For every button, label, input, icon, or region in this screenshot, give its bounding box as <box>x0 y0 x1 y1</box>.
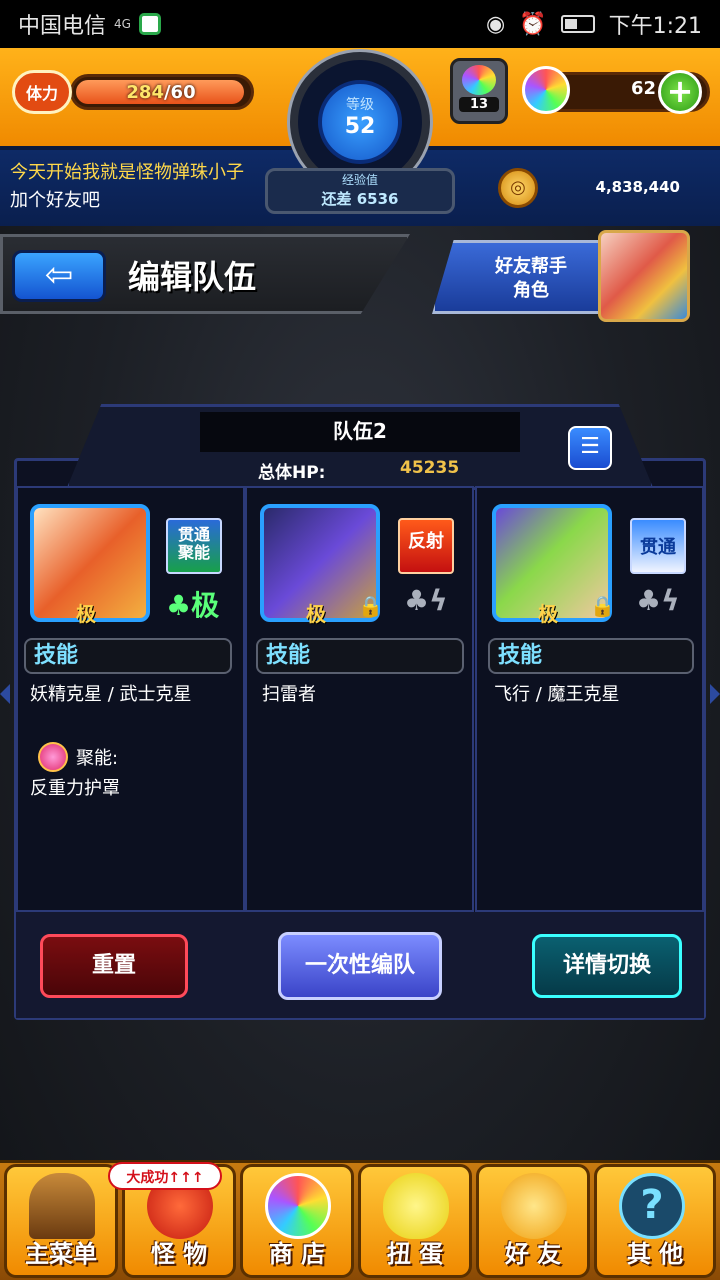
nav-shop[interactable]: 商 店 <box>240 1164 354 1278</box>
detail-switch-button[interactable]: 详情切换 <box>532 934 682 998</box>
reset-button[interactable]: 重置 <box>40 934 188 998</box>
member-1-extra-value: 反重力护罩 <box>30 778 120 799</box>
question-icon: ? <box>619 1173 685 1239</box>
team-name: 队伍2 <box>200 412 520 452</box>
member-3-luck: ♣ϟ <box>636 584 680 617</box>
exp-box: 经验值 还差 6536 <box>265 168 455 214</box>
total-hp-value: 45235 <box>400 458 460 478</box>
orb-shop-icon <box>265 1173 331 1239</box>
gacha-egg-icon <box>383 1173 449 1239</box>
stamina-icon: 体力 <box>12 70 72 114</box>
egg-icon <box>462 65 496 95</box>
friends-icon <box>501 1173 567 1239</box>
member-1-level-tag: 极 <box>76 602 96 626</box>
nav-label-main-menu: 主菜单 <box>25 1240 97 1268</box>
nav-label-monsters: 怪 物 <box>150 1240 208 1268</box>
carrier-label: 中国电信 <box>18 14 107 39</box>
eye-icon: ◉ <box>485 11 506 37</box>
member-1-extra-label: 聚能: <box>76 748 119 769</box>
nav-label-friends: 好 友 <box>504 1240 562 1268</box>
friend-helper-avatar[interactable] <box>598 230 690 322</box>
nav-gacha[interactable]: 扭 蛋 <box>358 1164 472 1278</box>
alarm-icon: ⏰ <box>519 11 547 37</box>
exp-remaining: 还差 6536 <box>321 190 399 208</box>
clock: 下午1:21 <box>608 14 702 39</box>
nav-label-shop: 商 店 <box>268 1240 326 1268</box>
buy-orbs-button[interactable]: + <box>658 70 702 114</box>
message-line-2: 加个好友吧 <box>10 190 100 211</box>
egg-counter[interactable]: 13 <box>450 58 508 124</box>
nav-other[interactable]: ? 其 他 <box>594 1164 716 1278</box>
level-label: 等级 <box>346 97 374 113</box>
charge-icon <box>38 742 68 772</box>
nav-friends[interactable]: 好 友 <box>476 1164 590 1278</box>
right-arrow-icon[interactable] <box>710 684 720 704</box>
status-bar: 中国电信 4G ◉ ⏰ 下午1:21 <box>0 0 720 48</box>
signal-icon: 4G <box>114 17 131 31</box>
member-3-skill-header: 技能 <box>488 638 694 674</box>
nav-label-other: 其 他 <box>626 1240 684 1268</box>
coin-icon: ◎ <box>498 168 538 208</box>
stamina-value: 284/60 <box>126 82 196 103</box>
back-button[interactable]: ⇦ <box>12 250 106 302</box>
egg-count: 13 <box>459 97 499 112</box>
member-2-abilities: 扫雷者 <box>262 684 316 705</box>
exp-label: 经验值 <box>341 173 378 187</box>
orb-icon <box>522 66 570 114</box>
lock-icon: 🔒 <box>358 594 383 618</box>
coin-count: 4,838,440 <box>595 178 680 196</box>
list-icon[interactable]: ☰ <box>568 426 612 470</box>
battery-icon <box>560 15 595 33</box>
lock-icon: 🔒 <box>590 594 615 618</box>
great-success-tag: 大成功↑↑↑ <box>108 1162 222 1190</box>
friend-helper-button[interactable]: 好友帮手 角色 <box>432 240 612 314</box>
level-badge[interactable]: 等级 52 <box>318 80 402 164</box>
member-2-level-tag: 极 <box>306 602 326 626</box>
friend-helper-label-2: 角色 <box>513 280 549 301</box>
nav-main-menu[interactable]: 主菜单 <box>4 1164 118 1278</box>
member-1-skill-header: 技能 <box>24 638 232 674</box>
member-2-skill-header: 技能 <box>256 638 464 674</box>
member-2-luck: ♣ϟ <box>404 584 448 617</box>
member-2-ability-badge: 反射 <box>398 518 454 574</box>
left-arrow-icon[interactable] <box>0 684 10 704</box>
friend-helper-label-1: 好友帮手 <box>495 256 567 277</box>
orb-count: 62 <box>630 78 656 99</box>
member-1-luck: ♣极 <box>166 589 220 622</box>
member-3-level-tag: 极 <box>538 602 558 626</box>
member-3-abilities: 飞行 / 魔王克星 <box>494 684 620 705</box>
level-value: 52 <box>344 114 376 139</box>
one-time-team-button[interactable]: 一次性编队 <box>278 932 442 1000</box>
member-1-ability-badge: 贯通 聚能 <box>166 518 222 574</box>
member-1-abilities: 妖精克星 / 武士克星 <box>30 684 192 705</box>
message-line-1: 今天开始我就是怪物弹珠小子 <box>10 162 244 183</box>
total-hp-label: 总体HP: <box>258 463 326 483</box>
castle-icon <box>29 1173 95 1239</box>
page-title: 编辑队伍 <box>128 258 257 296</box>
app-notification-icon <box>138 13 161 35</box>
member-3-ability-badge: 贯通 <box>630 518 686 574</box>
nav-label-gacha: 扭 蛋 <box>386 1240 444 1268</box>
